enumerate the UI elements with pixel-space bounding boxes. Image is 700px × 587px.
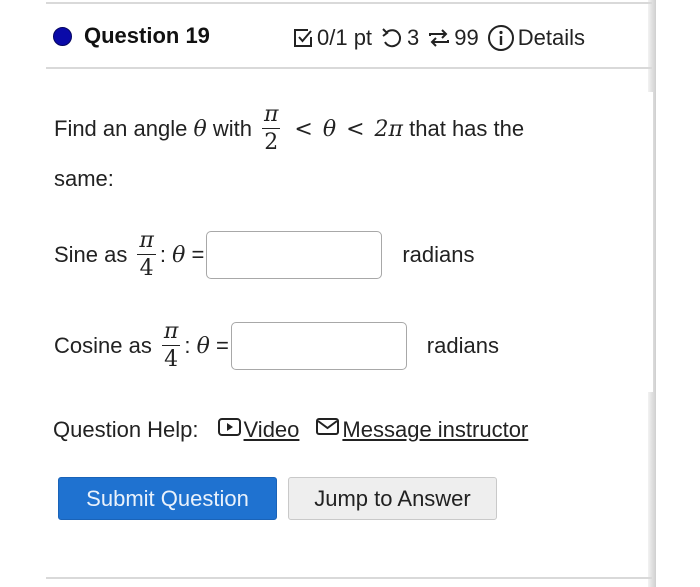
cosine-units: radians: [426, 333, 499, 358]
problem-with: with: [212, 116, 252, 141]
problem-prefix: Find an angle: [54, 116, 188, 141]
divider-top: [46, 2, 652, 4]
colon: :: [159, 242, 166, 267]
question-title: Question 19: [84, 23, 210, 48]
score-text: 0/1 pt: [317, 25, 373, 50]
question-help: Question Help: Video Message instructor: [53, 416, 544, 444]
cosine-label: Cosine as: [54, 333, 152, 358]
repeat-icon: [427, 26, 451, 50]
sine-answer-input[interactable]: [206, 231, 383, 279]
less-than: <: [294, 116, 313, 142]
sine-units: radians: [402, 242, 475, 267]
submit-question-button[interactable]: Submit Question: [58, 477, 277, 520]
divider-bottom: [46, 577, 652, 579]
details-link[interactable]: Details: [487, 24, 585, 52]
fraction-denominator: 2: [264, 130, 279, 155]
attempts-indicator: 3: [380, 25, 419, 51]
lower-bound-fraction: π 2: [261, 102, 281, 155]
sine-row: Sine as π 4 : θ = radians: [54, 230, 475, 280]
equals-sign: =: [215, 333, 229, 358]
fraction-denominator: 4: [139, 256, 154, 281]
cosine-row: Cosine as π 4 : θ = radians: [54, 321, 499, 371]
video-icon: [217, 416, 243, 444]
info-icon: [487, 24, 515, 52]
sine-label: Sine as: [54, 242, 128, 267]
cosine-fraction: π 4: [161, 319, 181, 372]
checkbox-icon: [292, 27, 314, 49]
scrollbar-gap: [648, 92, 653, 392]
sine-fraction: π 4: [137, 228, 156, 281]
less-than: <: [346, 116, 365, 142]
retries-text: 99: [454, 25, 479, 50]
undo-icon: [380, 27, 404, 49]
equals-sign: =: [191, 242, 205, 267]
upper-bound: 2π: [374, 116, 404, 142]
details-label: Details: [517, 25, 586, 50]
theta-symbol: θ: [322, 116, 337, 142]
mail-icon: [315, 416, 341, 444]
theta-symbol: θ: [193, 116, 207, 142]
message-instructor-label: Message instructor: [342, 417, 529, 442]
fraction-numerator: π: [161, 319, 181, 346]
fraction-numerator: π: [261, 102, 281, 129]
theta-symbol: θ: [196, 333, 210, 359]
divider-header: [46, 67, 652, 69]
message-instructor-link[interactable]: Message instructor: [315, 416, 528, 444]
help-label: Question Help:: [53, 417, 199, 442]
question-header: Question 19 0/1 pt 3 99 Details: [50, 20, 650, 56]
attempts-text: 3: [407, 25, 420, 50]
question-meta: 0/1 pt 3 99 Details: [292, 24, 593, 52]
problem-statement: Find an angle θ with π 2 < θ < 2π that h…: [54, 104, 524, 192]
problem-line2: same:: [54, 166, 114, 191]
colon: :: [184, 333, 191, 358]
video-link[interactable]: Video: [217, 416, 300, 444]
theta-symbol: θ: [172, 242, 186, 268]
fraction-numerator: π: [137, 228, 156, 255]
cosine-answer-input[interactable]: [230, 322, 407, 370]
jump-to-answer-button[interactable]: Jump to Answer: [288, 477, 497, 520]
problem-suffix: that has the: [409, 116, 525, 141]
fraction-denominator: 4: [164, 347, 179, 372]
retries-indicator: 99: [427, 25, 479, 51]
video-label: Video: [243, 417, 300, 442]
score-indicator: 0/1 pt: [292, 25, 372, 51]
status-dot: [53, 27, 72, 46]
